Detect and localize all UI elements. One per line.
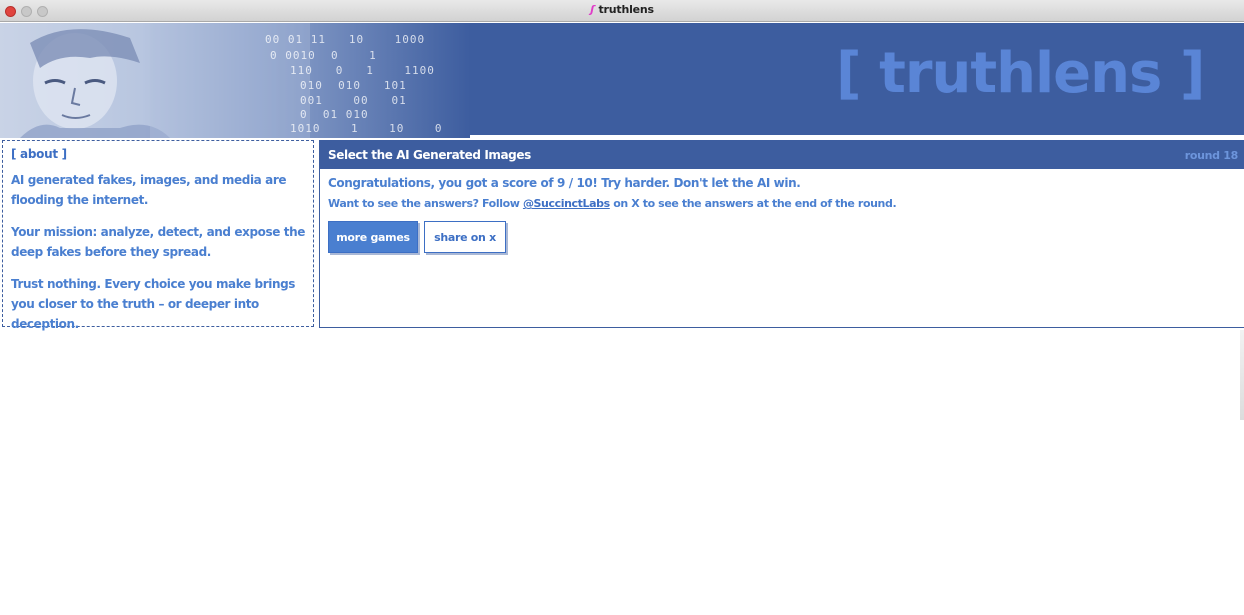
- game-panel: Select the AI Generated Images round 18 …: [319, 140, 1244, 328]
- game-title: Select the AI Generated Images: [328, 148, 531, 162]
- header-banner: 00 01 11 10 1000 0 0010 0 1 110 0 1 1100…: [0, 23, 1244, 138]
- scribble-icon: ʃ: [590, 3, 595, 16]
- binary-text: 010 010 101: [300, 79, 407, 92]
- round-indicator: round 18: [1184, 149, 1239, 162]
- about-paragraph: Your mission: analyze, detect, and expos…: [11, 225, 305, 259]
- binary-text: 00 01 11 10 1000: [265, 33, 426, 46]
- window-edge: [1240, 330, 1244, 420]
- banner-artwork: 00 01 11 10 1000 0 0010 0 1 110 0 1 1100…: [0, 23, 470, 138]
- binary-text: 0 01 010: [300, 108, 369, 121]
- window-titlebar: ʃ truthlens: [0, 0, 1244, 22]
- binary-text: 0 0010 0 1: [270, 49, 377, 62]
- game-header: Select the AI Generated Images round 18: [320, 141, 1244, 169]
- answers-suffix: on X to see the answers at the end of th…: [609, 197, 897, 210]
- binary-text: 001 00 01: [300, 94, 407, 107]
- answers-message: Want to see the answers? Follow @Succinc…: [328, 197, 897, 210]
- window-title: ʃ truthlens: [0, 3, 1244, 16]
- about-panel: [ about ] AI generated fakes, images, an…: [2, 140, 314, 331]
- answers-prefix: Want to see the answers? Follow: [328, 197, 523, 210]
- binary-text: 110 0 1 1100: [290, 64, 435, 77]
- more-games-button[interactable]: more games: [328, 221, 418, 253]
- share-on-x-button[interactable]: share on x: [424, 221, 506, 253]
- about-paragraph: AI generated fakes, images, and media ar…: [11, 173, 287, 207]
- binary-text: 1010 1 10 0: [290, 122, 443, 135]
- about-paragraph: Trust nothing. Every choice you make bri…: [11, 277, 296, 331]
- about-title: [ about ]: [11, 147, 67, 161]
- succinctlabs-link[interactable]: @SuccinctLabs: [523, 197, 610, 210]
- score-message: Congratulations, you got a score of 9 / …: [328, 176, 801, 190]
- site-logo[interactable]: [ truthlens ]: [836, 41, 1205, 106]
- window-title-text: truthlens: [598, 3, 654, 16]
